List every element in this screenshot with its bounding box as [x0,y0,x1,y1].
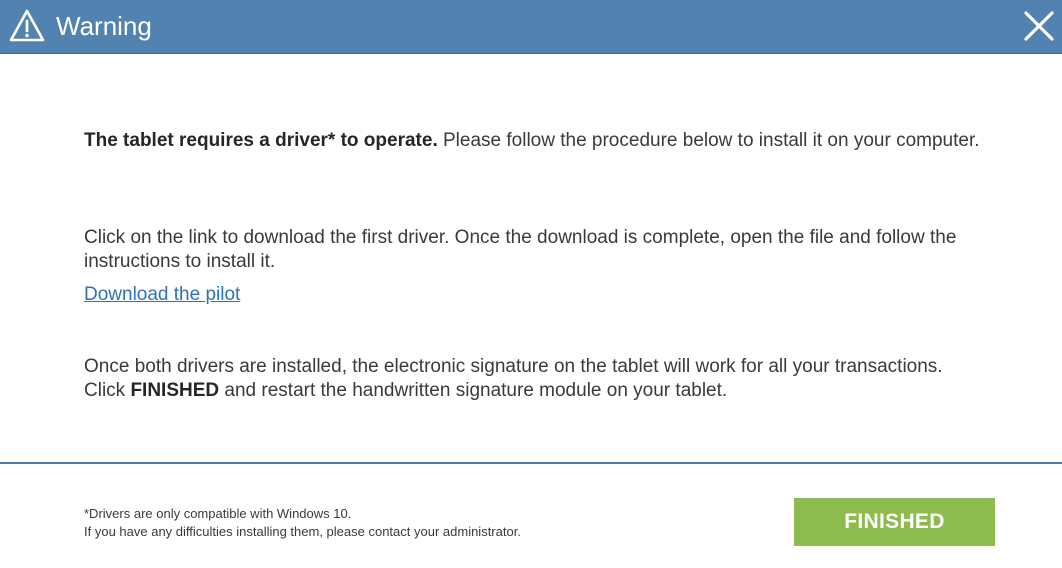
intro-text: Please follow the procedure below to ins… [437,130,980,151]
download-driver-link[interactable]: Download the pilot [84,283,240,307]
intro-paragraph: The tablet requires a driver* to operate… [84,129,1014,153]
warning-triangle-icon [8,8,46,44]
warning-dialog: Warning The tablet requires a driver* to… [0,0,1062,568]
close-icon[interactable] [1022,9,1056,43]
finished-button[interactable]: FINISHED [794,498,995,546]
click-text: Click [84,380,131,401]
footnote-line-2: If you have any difficulties installing … [84,524,521,539]
restart-text: and restart the handwritten signature mo… [219,380,728,401]
dialog-titlebar: Warning [0,0,1062,54]
finished-bold-text: FINISHED [130,380,220,401]
download-instructions: Click on the link to download the first … [84,227,957,272]
completion-text: Once both drivers are installed, the ele… [84,356,943,377]
completion-paragraph: Once both drivers are installed, the ele… [84,355,1014,403]
dialog-title: Warning [56,11,152,41]
footer-divider [0,462,1062,464]
driver-footnote: *Drivers are only compatible with Window… [84,505,521,541]
intro-bold-text: The tablet requires a driver* to operate… [84,130,438,151]
footnote-line-1: *Drivers are only compatible with Window… [84,506,352,521]
